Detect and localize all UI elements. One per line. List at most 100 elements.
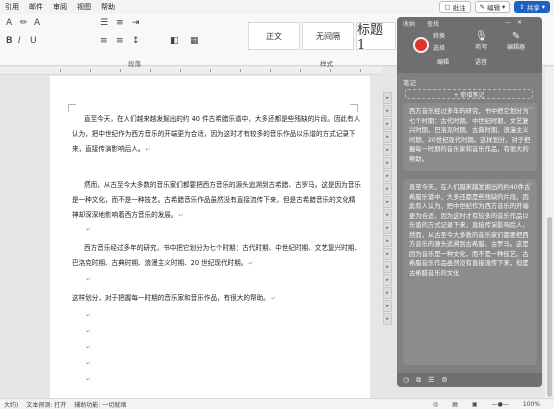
ruler-tick [330, 69, 331, 72]
side-tab[interactable]: ▸ [383, 261, 392, 273]
panel-tab-search[interactable]: 查找 [427, 19, 439, 28]
chevron-down-icon: ▾ [541, 3, 545, 11]
side-tab[interactable]: ▸ [383, 300, 392, 312]
side-tab[interactable]: ▸ [383, 287, 392, 299]
copy-icon[interactable]: ⧉ [416, 376, 421, 385]
editor-icon: ✎ [511, 31, 521, 42]
empty-paragraph-mark: ↵ [86, 276, 92, 283]
panel-toolbar: 收纳 查找 ✕ — 转换 选择 编辑 🎙 听写 语音 ✎ 编辑器 [397, 17, 542, 73]
empty-paragraph-mark: ↵ [86, 376, 92, 383]
font-size-icon[interactable]: A [34, 18, 40, 28]
side-tab[interactable]: ▸ [383, 209, 392, 221]
align-left-icon[interactable]: ≡ [100, 36, 108, 46]
more-icon[interactable]: ⋯ [527, 180, 534, 190]
side-tab[interactable]: ▸ [383, 92, 392, 104]
side-tab[interactable]: ▸ [383, 183, 392, 195]
paragraph[interactable]: 直至今天，在人们越来越发掘出的约 40 件古希腊乐谱中，大多还都是些残缺的片段。… [72, 112, 362, 157]
add-note-button[interactable]: + 新增笔记 [405, 89, 533, 99]
ruler-tick [360, 69, 361, 72]
word-count[interactable]: 大约) [4, 400, 18, 409]
clock-icon[interactable]: ◷ [403, 376, 409, 384]
align-center-icon[interactable]: ≡ [116, 36, 124, 46]
style-normal[interactable]: 正文 [248, 22, 300, 50]
vertical-scrollbar[interactable] [545, 67, 554, 398]
panel-footer: ◷ ⧉ ☰ ⚙ [397, 373, 542, 387]
ruler-tick [180, 69, 181, 72]
margin-corner-mark [350, 104, 358, 112]
read-mode-icon[interactable]: ▤ [452, 401, 458, 408]
side-tab[interactable]: ▸ [383, 118, 392, 130]
margin-corner-mark [68, 104, 76, 112]
shading-icon[interactable]: ◧ [170, 36, 179, 46]
menu-item-references[interactable]: 引用 [0, 2, 24, 12]
menu-bar: 引用 邮件 审阅 视图 帮助 ▢ 批注 ✎ 编辑 ▾ ⇪ 共享 ▾ [0, 0, 554, 14]
edit-mode-button[interactable]: ✎ 编辑 ▾ [474, 1, 511, 13]
paragraph[interactable]: 西方音乐经过多年的研究，书中把它划分为七个时期：古代时期、中世纪时期、文艺复兴时… [72, 241, 362, 271]
share-icon: ⇪ [519, 3, 525, 11]
scrollbar-thumb[interactable] [547, 217, 552, 397]
note-card[interactable]: ⋯ 西方音乐经过多年的研究，书中把它划分为七个时期：古代时期、中世纪时期、文艺复… [403, 103, 537, 171]
menu-item-mailings[interactable]: 邮件 [24, 2, 48, 12]
side-tab[interactable]: ▸ [383, 105, 392, 117]
document-area: 直至今天，在人们越来越发掘出的约 40 件古希腊乐谱中，大多还都是些残缺的片段。… [0, 76, 395, 398]
font-color-icon[interactable]: A [6, 18, 12, 28]
side-tab[interactable]: ▸ [383, 274, 392, 286]
highlight-icon[interactable]: ✏ [20, 18, 28, 28]
document-page[interactable]: 直至今天，在人们越来越发掘出的约 40 件古希腊乐谱中，大多还都是些残缺的片段。… [50, 76, 370, 398]
menu-item-review[interactable]: 审阅 [48, 2, 72, 12]
horizontal-ruler[interactable] [0, 67, 382, 75]
bold-icon[interactable]: 𝐁 [6, 36, 12, 46]
side-tab[interactable]: ▸ [383, 196, 392, 208]
empty-paragraph-mark: ↵ [86, 312, 92, 319]
convert-button[interactable]: 转换 [433, 31, 445, 40]
accessibility-status[interactable]: 辅助功能: 一切就绪 [74, 400, 126, 409]
voice-button[interactable]: 语音 [475, 57, 487, 66]
dictate-button[interactable]: 🎙 听写 [475, 31, 488, 51]
menu-item-help[interactable]: 帮助 [96, 2, 120, 12]
style-heading-1[interactable]: 标题 1 [356, 22, 396, 53]
minimize-icon[interactable]: — [505, 19, 511, 26]
focus-icon[interactable]: ◎ [433, 401, 438, 408]
side-tab[interactable]: ▸ [383, 313, 392, 325]
list-icon[interactable]: ☰ [428, 376, 434, 384]
line-spacing-icon[interactable]: ↕ [132, 36, 140, 46]
bullets-icon[interactable]: ☰ [100, 18, 108, 28]
print-layout-icon[interactable]: ▣ [472, 401, 478, 408]
side-tab[interactable]: ▸ [383, 157, 392, 169]
side-tab[interactable]: ▸ [383, 170, 392, 182]
note-card[interactable]: ⋯ 直至今天，在人们越来越发掘出的约40件古希腊乐谱中，大多还都是些残缺的片段。… [403, 179, 537, 365]
side-tab[interactable]: ▸ [383, 235, 392, 247]
paragraph[interactable]: 这样划分，对于把握每一时期的音乐家和音乐作品，有很大的帮助。↵ [72, 291, 362, 306]
settings-icon[interactable]: ⚙ [441, 376, 447, 384]
select-button[interactable]: 选择 [433, 43, 445, 52]
paragraph[interactable]: 然而，从古至今大多数的音乐家们都要把西方音乐的源头追溯到古希腊、古罗马。这是因为… [72, 178, 362, 223]
close-icon[interactable]: ✕ [517, 19, 522, 26]
comment-button[interactable]: ▢ 批注 [439, 1, 471, 13]
notes-list: 笔记 + 新增笔记 ⋯ 西方音乐经过多年的研究，书中把它划分为七个时期：古代时期… [397, 73, 542, 373]
side-tab[interactable]: ▸ [383, 131, 392, 143]
numbering-icon[interactable]: ≡ [116, 18, 124, 28]
zoom-slider[interactable]: —●— [492, 401, 509, 408]
style-no-spacing[interactable]: 无间隔 [302, 22, 354, 50]
editor-button[interactable]: ✎ 编辑器 [507, 31, 525, 51]
side-tab[interactable]: ▸ [383, 222, 392, 234]
panel-tab-collect[interactable]: 收纳 [403, 19, 415, 28]
voice-notes-panel: 收纳 查找 ✕ — 转换 选择 编辑 🎙 听写 语音 ✎ 编辑器 笔记 + 新增… [397, 17, 542, 387]
menu-item-view[interactable]: 视图 [72, 2, 96, 12]
zoom-level[interactable]: 100% [523, 401, 540, 408]
indent-icon[interactable]: ⇥ [132, 18, 140, 28]
ruler-tick [240, 69, 241, 72]
text-prediction-status[interactable]: 文本预测: 打开 [26, 400, 66, 409]
edit-button[interactable]: 编辑 [437, 57, 449, 66]
microphone-icon: 🎙 [475, 31, 488, 42]
side-tab[interactable]: ▸ [383, 144, 392, 156]
share-button[interactable]: ⇪ 共享 ▾ [514, 1, 550, 13]
border-icon[interactable]: ▦ [190, 36, 199, 46]
record-button[interactable] [413, 37, 429, 53]
pencil-icon: ✎ [479, 3, 486, 11]
side-tab[interactable]: ▸ [383, 248, 392, 260]
underline-icon[interactable]: U [30, 36, 37, 46]
italic-icon[interactable]: 𝐼 [18, 36, 21, 46]
more-icon[interactable]: ⋯ [527, 104, 534, 114]
chevron-down-icon: ▾ [502, 3, 506, 11]
